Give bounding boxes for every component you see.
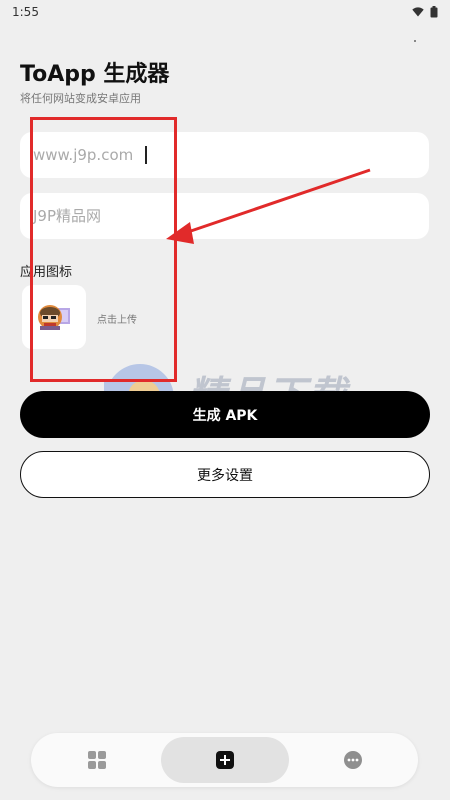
add-square-icon	[216, 751, 234, 769]
app-title: ToApp 生成器	[20, 62, 170, 87]
bottom-nav	[31, 733, 418, 787]
app-icon-preview	[38, 305, 70, 330]
app-name-field[interactable]	[20, 193, 429, 239]
url-input[interactable]	[20, 132, 429, 178]
nav-more[interactable]	[327, 737, 379, 783]
upload-hint: 点击上传	[97, 315, 137, 326]
status-time: 1:55	[12, 5, 39, 19]
url-field[interactable]	[20, 132, 429, 178]
more-dots-icon	[344, 751, 362, 769]
more-settings-button[interactable]: 更多设置	[20, 451, 430, 498]
status-icons	[412, 6, 438, 18]
app-subtitle: 将任何网站变成安卓应用	[20, 92, 141, 105]
status-bar: 1:55	[0, 0, 450, 24]
text-cursor	[145, 146, 147, 164]
battery-icon	[430, 6, 438, 18]
nav-apps[interactable]	[71, 737, 123, 783]
icon-section-label: 应用图标	[20, 265, 73, 280]
wifi-icon	[412, 7, 424, 17]
decorative-dot	[414, 40, 416, 42]
app-name-input[interactable]	[20, 193, 429, 239]
app-icon-upload[interactable]	[22, 285, 86, 349]
apps-grid-icon	[88, 751, 106, 769]
nav-create[interactable]	[161, 737, 289, 783]
generate-apk-button[interactable]: 生成 APK	[20, 391, 430, 438]
